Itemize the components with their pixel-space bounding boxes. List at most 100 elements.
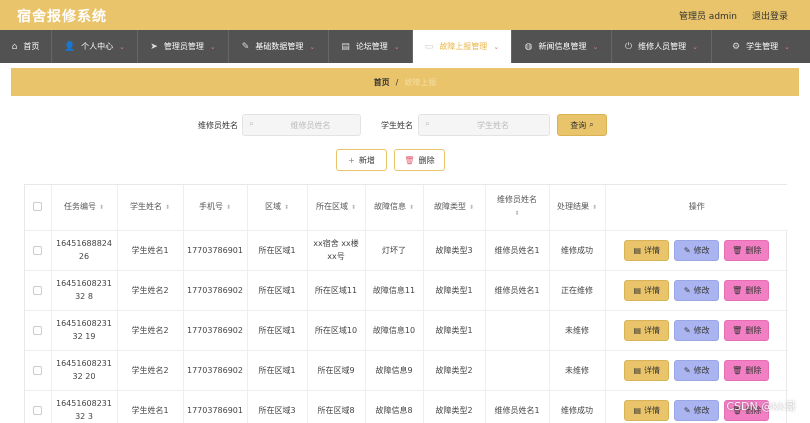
row-select-cell[interactable] — [25, 310, 52, 351]
breadcrumb-home[interactable]: 首页 — [374, 77, 390, 88]
column-header-region[interactable]: 区域 ⬍ — [247, 185, 308, 231]
student-name-input[interactable] — [418, 114, 550, 136]
row-checkbox[interactable] — [33, 405, 43, 415]
row-checkbox[interactable] — [33, 365, 43, 375]
cell-result: 未维修 — [549, 310, 606, 351]
trash-icon: 🗑 — [732, 245, 743, 255]
document-icon: ▤ — [633, 285, 642, 295]
chevron-down-icon: ⌄ — [592, 42, 599, 51]
row-select-cell[interactable] — [25, 350, 52, 391]
repairer-name-label: 维修员姓名 — [198, 121, 238, 130]
table-row: 1645160823132 8 学生姓名2 17703786902 所在区域1 … — [25, 270, 788, 311]
select-all-checkbox[interactable] — [33, 202, 43, 212]
chevron-down-icon: ⌄ — [784, 42, 790, 51]
column-header-repairer[interactable]: 维修员姓名 ⬍ — [485, 185, 550, 231]
nav-item-forum[interactable]: ▤ 论坛管理 ⌄ — [329, 30, 413, 63]
detail-button[interactable]: ▤ 详情 — [624, 279, 670, 301]
sort-icon[interactable]: ⬍ — [469, 204, 474, 211]
delete-button[interactable]: 🗑 删除 — [724, 279, 770, 301]
nav-item-base-data[interactable]: ✎ 基础数据管理 ⌄ — [229, 30, 329, 63]
top-bar: 宿舍报修系统 管理员 admin 退出登录 — [0, 0, 810, 30]
detail-button[interactable]: ▤ 详情 — [624, 359, 670, 381]
row-select-cell[interactable] — [25, 270, 52, 311]
column-header-student[interactable]: 学生姓名 ⬍ — [117, 185, 184, 231]
logout-link[interactable]: 退出登录 — [752, 9, 788, 22]
nav-label: 首页 — [23, 42, 40, 51]
cell-location: xx宿舍 xx楼 xx号 — [307, 230, 366, 271]
column-header-phone[interactable]: 手机号 ⬍ — [183, 185, 248, 231]
column-header-fault[interactable]: 故障信息 ⬍ — [365, 185, 424, 231]
detail-button[interactable]: ▤ 详情 — [624, 239, 670, 261]
cell-region: 所在区域1 — [247, 230, 308, 271]
nav-label: 管理员管理 — [163, 42, 204, 51]
edit-button[interactable]: ✎ 修改 — [674, 239, 720, 261]
sort-icon[interactable]: ⬍ — [486, 207, 549, 221]
nav-label: 新闻信息管理 — [538, 42, 587, 51]
column-header-type[interactable]: 故障类型 ⬍ — [423, 185, 486, 231]
edit-button[interactable]: ✎ 修改 — [674, 399, 720, 421]
pen-icon: ✎ — [683, 365, 691, 375]
edit-button[interactable]: ✎ 修改 — [674, 279, 720, 301]
sort-icon[interactable]: ⬍ — [99, 204, 104, 211]
pen-icon: ✎ — [683, 325, 691, 335]
cell-repairer: 维修员姓名1 — [485, 230, 550, 271]
cell-type: 故障类型1 — [423, 270, 486, 311]
cell-type: 故障类型2 — [423, 390, 486, 423]
column-header-result[interactable]: 处理结果 ⬍ — [549, 185, 606, 231]
query-button[interactable]: 查询 ⌕ — [557, 114, 607, 136]
row-checkbox[interactable] — [33, 325, 43, 335]
search-bar: 维修员姓名 ⌕ 学生姓名 ⌕ 查询 ⌕ — [0, 114, 810, 136]
sort-icon[interactable]: ⬍ — [351, 204, 356, 211]
cell-type: 故障类型1 — [423, 310, 486, 351]
pen-icon: ✎ — [683, 405, 691, 415]
row-select-cell[interactable] — [25, 230, 52, 271]
sort-icon[interactable]: ⬍ — [165, 204, 170, 211]
nav-item-admin[interactable]: ➤ 管理员管理 ⌄ — [138, 30, 229, 63]
cell-student: 学生姓名2 — [117, 270, 184, 311]
cell-repairer — [485, 310, 550, 351]
sort-icon[interactable]: ⬍ — [592, 204, 597, 211]
nav-item-repairers[interactable]: ⏻ 维修人员管理 ⌄ — [612, 30, 712, 63]
nav-item-profile[interactable]: 👤 个人中心 ⌄ — [52, 30, 138, 63]
column-header-task-id[interactable]: 任务编号 ⬍ — [51, 185, 118, 231]
sort-icon[interactable]: ⬍ — [409, 204, 414, 211]
add-button[interactable]: + 新增 — [336, 149, 387, 171]
chevron-down-icon: ⌄ — [309, 42, 316, 51]
detail-button[interactable]: ▤ 详情 — [624, 399, 670, 421]
sort-icon[interactable]: ⬍ — [284, 204, 289, 211]
nav-item-fault-report[interactable]: ▭ 故障上报管理 ⌄ — [413, 30, 512, 63]
edit-button[interactable]: ✎ 修改 — [674, 319, 720, 341]
column-header-location[interactable]: 所在区域 ⬍ — [307, 185, 366, 231]
cell-repairer: 维修员姓名1 — [485, 390, 550, 423]
edit-button[interactable]: ✎ 修改 — [674, 359, 720, 381]
row-checkbox[interactable] — [33, 245, 43, 255]
delete-button[interactable]: 🗑 删除 — [724, 319, 770, 341]
cell-region: 所在区域1 — [247, 310, 308, 351]
send-icon: ➤ — [150, 41, 158, 52]
row-checkbox[interactable] — [33, 285, 43, 295]
nav-label: 基础数据管理 — [255, 42, 304, 51]
row-select-cell[interactable] — [25, 390, 52, 423]
breadcrumb-separator: / — [395, 77, 399, 87]
document-icon: ▤ — [633, 405, 642, 415]
batch-delete-button[interactable]: 🗑 删除 — [394, 149, 445, 171]
chevron-down-icon: ⌄ — [393, 42, 400, 51]
nav-label: 维修人员管理 — [638, 42, 687, 51]
delete-button[interactable]: 🗑 删除 — [724, 359, 770, 381]
nav-item-home[interactable]: ⌂ 首页 — [0, 30, 52, 63]
cell-student: 学生姓名2 — [117, 350, 184, 391]
trash-icon: 🗑 — [732, 325, 743, 335]
cell-student: 学生姓名1 — [117, 390, 184, 423]
nav-label: 故障上报管理 — [439, 42, 488, 51]
detail-button[interactable]: ▤ 详情 — [624, 319, 670, 341]
nav-item-students[interactable]: ⚙ 学生管理 ⌄ — [712, 30, 810, 63]
select-all-cell[interactable] — [25, 185, 52, 231]
breadcrumb-current: 故障上报 — [404, 77, 437, 87]
nav-item-news[interactable]: ◍ 新闻信息管理 ⌄ — [512, 30, 612, 63]
repairer-name-input[interactable] — [242, 114, 361, 136]
delete-button[interactable]: 🗑 删除 — [724, 239, 770, 261]
sort-icon[interactable]: ⬍ — [226, 204, 231, 211]
cell-task-id: 1645168882426 — [51, 230, 118, 271]
cell-region: 所在区域3 — [247, 390, 308, 423]
home-icon: ⌂ — [11, 41, 18, 52]
